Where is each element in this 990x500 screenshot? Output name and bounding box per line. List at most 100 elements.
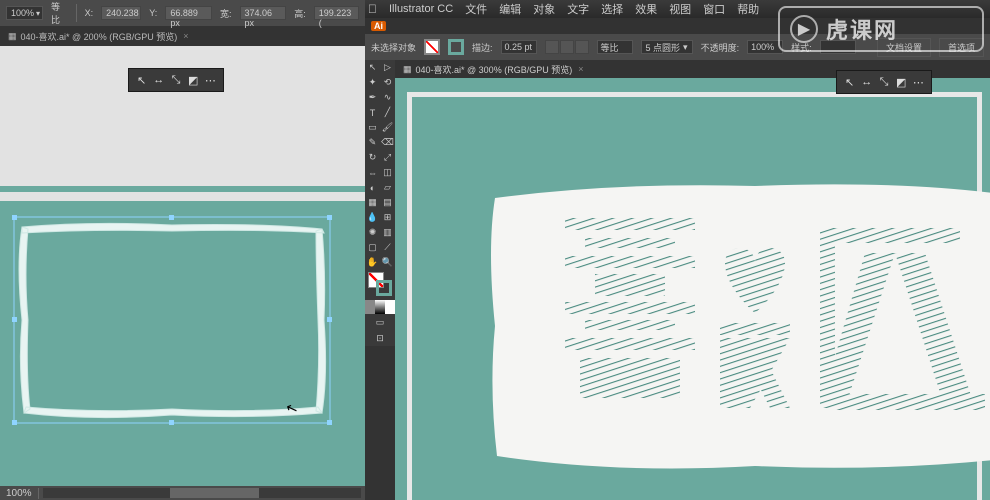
- line-tool[interactable]: ╱: [380, 105, 395, 120]
- transform-icon[interactable]: ⤡: [169, 73, 183, 87]
- color-mode-none[interactable]: [385, 300, 395, 314]
- left-floating-control-panel[interactable]: ↖ ↔ ⤡ ◩ ⋯: [128, 68, 224, 92]
- opacity-field[interactable]: 100%: [747, 40, 783, 54]
- hscroll-track[interactable]: [43, 488, 361, 498]
- h-label: 高:: [294, 7, 306, 20]
- brush-dropdown[interactable]: 5 点圆形: [641, 40, 693, 54]
- teal-stripe-bottom: [0, 476, 365, 482]
- blend-tool[interactable]: ⊞: [380, 210, 395, 225]
- toolbox-stroke-swatch[interactable]: [376, 280, 392, 296]
- left-document-tab[interactable]: ▦ 040-喜欢.ai* @ 200% (RGB/GPU 预览) ×: [0, 26, 365, 46]
- color-mode-solid[interactable]: [365, 300, 375, 314]
- curvature-tool[interactable]: ∿: [380, 90, 395, 105]
- y-field[interactable]: 66.889 px: [165, 6, 212, 20]
- teal-background: [0, 201, 365, 486]
- artboard-tool[interactable]: ▢: [365, 240, 380, 255]
- menu-edit[interactable]: 编辑: [499, 1, 521, 17]
- stroke-weight-field[interactable]: 0.25 pt: [501, 40, 537, 54]
- close-icon[interactable]: ×: [578, 64, 583, 74]
- fill-swatch[interactable]: [424, 39, 440, 55]
- menu-help[interactable]: 帮助: [737, 1, 759, 17]
- perspective-tool[interactable]: ▱: [380, 180, 395, 195]
- rotate-tool[interactable]: ↻: [365, 150, 380, 165]
- tab-icon: ▦: [8, 31, 17, 42]
- separator: [76, 4, 77, 22]
- opacity-label: 不透明度:: [701, 41, 740, 54]
- right-document-tab[interactable]: ▦ 040-喜欢.ai* @ 300% (RGB/GPU 预览) ×: [395, 60, 591, 78]
- slice-tool[interactable]: ⟋: [380, 240, 395, 255]
- direct-selection-tool[interactable]: ▷: [380, 60, 395, 75]
- more-icon[interactable]: ⋯: [203, 73, 217, 87]
- type-tool[interactable]: T: [365, 105, 380, 120]
- tab-title: 040-喜欢.ai* @ 300% (RGB/GPU 预览): [416, 63, 573, 76]
- more-icon[interactable]: ⋯: [911, 75, 925, 89]
- tab-title: 040-喜欢.ai* @ 200% (RGB/GPU 预览): [21, 30, 178, 43]
- color-mode-gradient[interactable]: [375, 300, 385, 314]
- screen-mode-button[interactable]: ▭: [365, 314, 395, 330]
- shape-icon[interactable]: ◩: [186, 73, 200, 87]
- selection-tool[interactable]: ↖: [365, 60, 380, 75]
- style-dropdown[interactable]: [820, 40, 856, 54]
- free-transform-tool[interactable]: ◫: [380, 165, 395, 180]
- preferences-button[interactable]: 首选项: [939, 38, 984, 57]
- fill-stroke-swatches[interactable]: [365, 270, 395, 300]
- zoom-dropdown[interactable]: 100%: [6, 6, 43, 20]
- align-icon[interactable]: ↔: [152, 73, 166, 87]
- y-label: Y:: [149, 8, 157, 18]
- hand-tool[interactable]: ✋: [365, 255, 380, 270]
- menu-window[interactable]: 窗口: [703, 1, 725, 17]
- width-tool[interactable]: ⇔: [365, 165, 380, 180]
- w-label: 宽:: [220, 7, 232, 20]
- mesh-tool[interactable]: ▦: [365, 195, 380, 210]
- no-selection-label: 未选择对象: [371, 41, 416, 54]
- scale-tool[interactable]: ⤢: [380, 150, 395, 165]
- stroke-swatch[interactable]: [448, 39, 464, 55]
- height-field[interactable]: 199.223 (: [314, 6, 359, 20]
- apple-menu-icon[interactable]: : [368, 2, 377, 16]
- zoom-readout[interactable]: 100%: [0, 488, 39, 499]
- close-icon[interactable]: ×: [183, 31, 188, 41]
- column-graph-tool[interactable]: ▥: [380, 225, 395, 240]
- color-mode-row[interactable]: [365, 300, 395, 314]
- magic-wand-tool[interactable]: ✦: [365, 75, 380, 90]
- stroke-profile-buttons[interactable]: [545, 40, 589, 54]
- pen-tool[interactable]: ✒: [365, 90, 380, 105]
- lasso-tool[interactable]: ⟲: [380, 75, 395, 90]
- gradient-tool[interactable]: ▤: [380, 195, 395, 210]
- stroke-label: 描边:: [472, 41, 493, 54]
- eraser-tool[interactable]: ⌫: [380, 135, 395, 150]
- menu-type[interactable]: 文字: [567, 1, 589, 17]
- uniform-dropdown[interactable]: 等比: [597, 40, 633, 54]
- x-field[interactable]: 240.238: [101, 6, 141, 20]
- style-label: 样式:: [791, 41, 812, 54]
- left-canvas[interactable]: [0, 46, 365, 486]
- zoom-tool[interactable]: 🔍: [380, 255, 395, 270]
- paintbrush-tool[interactable]: 🖌: [380, 120, 395, 135]
- width-field[interactable]: 374.06 px: [240, 6, 287, 20]
- transform-icon[interactable]: ⤡: [877, 75, 891, 89]
- menu-file[interactable]: 文件: [465, 1, 487, 17]
- cursor-icon[interactable]: ↖: [135, 73, 149, 87]
- pencil-tool[interactable]: ✎: [365, 135, 380, 150]
- mac-menubar:  Illustrator CC 文件 编辑 对象 文字 选择 效果 视图 窗口…: [360, 0, 990, 18]
- app-name[interactable]: Illustrator CC: [389, 3, 453, 15]
- hscroll-thumb[interactable]: [170, 488, 259, 498]
- align-icon[interactable]: ↔: [860, 75, 874, 89]
- shape-icon[interactable]: ◩: [894, 75, 908, 89]
- symbol-sprayer-tool[interactable]: ✺: [365, 225, 380, 240]
- menu-effect[interactable]: 效果: [635, 1, 657, 17]
- cursor-icon[interactable]: ↖: [843, 75, 857, 89]
- rectangle-tool[interactable]: ▭: [365, 120, 380, 135]
- right-floating-control-panel[interactable]: ↖ ↔ ⤡ ◩ ⋯: [836, 70, 932, 94]
- shape-builder-tool[interactable]: ◐: [365, 180, 380, 195]
- menu-object[interactable]: 对象: [533, 1, 555, 17]
- menu-select[interactable]: 选择: [601, 1, 623, 17]
- hatched-text-artwork[interactable]: [565, 208, 985, 448]
- change-screen-mode[interactable]: ⊡: [365, 330, 395, 346]
- selected-sketch-rectangle[interactable]: [12, 215, 332, 425]
- right-canvas[interactable]: [395, 78, 990, 500]
- document-setup-button[interactable]: 文档设置: [877, 38, 931, 57]
- eyedropper-tool[interactable]: 💧: [365, 210, 380, 225]
- menu-view[interactable]: 视图: [669, 1, 691, 17]
- right-options-bar: 未选择对象 描边: 0.25 pt 等比 5 点圆形 不透明度: 100% 样式…: [365, 34, 990, 60]
